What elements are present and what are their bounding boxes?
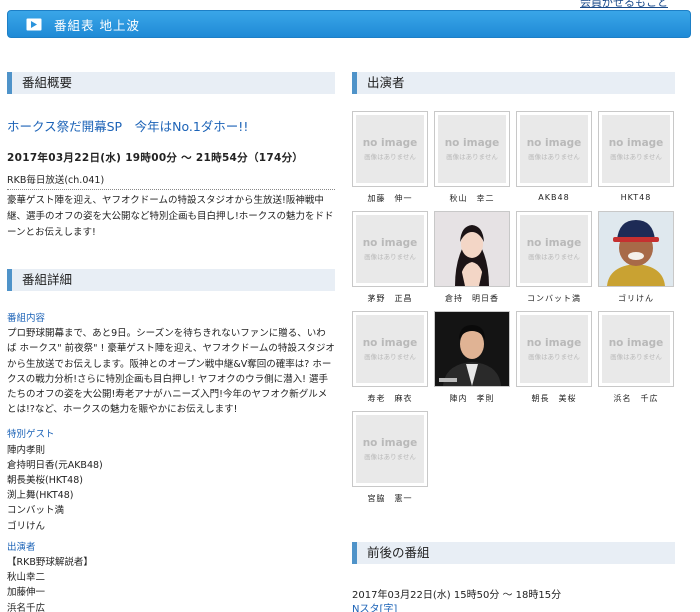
no-image-text: no image bbox=[608, 337, 664, 349]
no-image-text: no image bbox=[362, 137, 418, 149]
no-image-text: no image bbox=[526, 337, 582, 349]
no-image-subtext: 画像はありません bbox=[528, 353, 580, 361]
performer-card[interactable]: no image 画像はありません 茅野 正昌 bbox=[352, 211, 428, 304]
content-label: 番組内容 bbox=[7, 313, 46, 324]
performer-name: 朝長 美桜 bbox=[531, 394, 577, 403]
performer-name: 浜名 千広 bbox=[613, 394, 659, 403]
guest-item: 渕上舞(HKT48) bbox=[7, 490, 74, 502]
account-link[interactable]: 会員がせるもこと bbox=[580, 0, 668, 10]
performer-card[interactable]: no image 画像はありません 宮脇 憲一 bbox=[352, 411, 428, 504]
no-image-subtext: 画像はありません bbox=[446, 153, 498, 161]
no-image-box: no image 画像はありません bbox=[356, 315, 424, 383]
performer-card[interactable]: no image 画像はありません 浜名 千広 bbox=[598, 311, 674, 404]
guest-item: 倉持明日香(元AKB48) bbox=[7, 459, 103, 471]
no-image-subtext: 画像はありません bbox=[364, 253, 416, 261]
no-image-box: no image 画像はありません bbox=[356, 415, 424, 483]
no-image-box: no image 画像はありません bbox=[602, 115, 670, 183]
no-image-box: no image 画像はありません bbox=[520, 215, 588, 283]
no-image-placeholder: no image 画像はありません bbox=[352, 411, 428, 487]
no-image-text: no image bbox=[362, 337, 418, 349]
guest-item: 陣内孝則 bbox=[7, 444, 46, 456]
no-image-text: no image bbox=[362, 237, 418, 249]
no-image-placeholder: no image 画像はありません bbox=[598, 311, 674, 387]
performer-photo bbox=[434, 311, 510, 387]
performer-name: 茅野 正昌 bbox=[367, 294, 413, 303]
no-image-box: no image 画像はありません bbox=[602, 315, 670, 383]
performer-card[interactable]: no image 画像はありません 加藤 伸一 bbox=[352, 111, 428, 204]
details-heading: 番組詳細 bbox=[7, 269, 335, 291]
performer-name: HKT48 bbox=[620, 193, 652, 202]
performer-card[interactable]: no image 画像はありません 寿老 麻衣 bbox=[352, 311, 428, 404]
cast-item: 【RKB野球解説者】 bbox=[7, 557, 93, 569]
guests-label: 特別ゲスト bbox=[7, 429, 55, 441]
no-image-placeholder: no image 画像はありません bbox=[352, 111, 428, 187]
performer-card[interactable]: ゴリけん bbox=[598, 211, 674, 304]
no-image-subtext: 画像はありません bbox=[364, 153, 416, 161]
performer-name: 倉持 明日香 bbox=[445, 294, 499, 303]
performer-name: ゴリけん bbox=[618, 294, 654, 303]
header-bar: 番組表 地上波 bbox=[7, 10, 691, 38]
no-image-placeholder: no image 画像はありません bbox=[352, 211, 428, 287]
performer-card[interactable]: no image 画像はありません AKB48 bbox=[516, 111, 592, 202]
performer-name: AKB48 bbox=[538, 193, 570, 202]
nearby-heading: 前後の番組 bbox=[352, 542, 675, 564]
cast-item: 秋山幸二 bbox=[7, 572, 46, 584]
no-image-box: no image 画像はありません bbox=[438, 115, 506, 183]
no-image-subtext: 画像はありません bbox=[528, 153, 580, 161]
performer-card[interactable]: no image 画像はありません HKT48 bbox=[598, 111, 674, 202]
program-datetime: 2017年03月22日(水) 19時00分 ～ 21時54分（174分） bbox=[7, 152, 304, 164]
program-title: ホークス祭だ開幕SP 今年はNo.1ダホー!! bbox=[7, 119, 249, 134]
performer-card[interactable]: 倉持 明日香 bbox=[434, 211, 510, 304]
nearby-program-link[interactable]: Nスタ[字] bbox=[352, 600, 397, 612]
cast-item: 浜名千広 bbox=[7, 602, 46, 612]
no-image-subtext: 画像はありません bbox=[610, 153, 662, 161]
performer-card[interactable]: 陣内 孝則 bbox=[434, 311, 510, 404]
no-image-text: no image bbox=[526, 137, 582, 149]
cast-item: 加藤伸一 bbox=[7, 587, 46, 599]
guest-item: コンバット満 bbox=[7, 505, 65, 517]
header-title: 番組表 地上波 bbox=[54, 17, 140, 33]
no-image-text: no image bbox=[444, 137, 500, 149]
performer-card[interactable]: no image 画像はありません 秋山 幸二 bbox=[434, 111, 510, 204]
no-image-subtext: 画像はありません bbox=[610, 353, 662, 361]
performer-name: 加藤 伸一 bbox=[367, 194, 413, 203]
no-image-placeholder: no image 画像はありません bbox=[516, 111, 592, 187]
no-image-placeholder: no image 画像はありません bbox=[516, 211, 592, 287]
no-image-text: no image bbox=[608, 137, 664, 149]
guest-item: ゴリけん bbox=[7, 520, 46, 532]
no-image-subtext: 画像はありません bbox=[364, 453, 416, 461]
no-image-subtext: 画像はありません bbox=[528, 253, 580, 261]
no-image-box: no image 画像はありません bbox=[356, 215, 424, 283]
performers-heading: 出演者 bbox=[352, 72, 675, 94]
program-channel: RKB毎日放送(ch.041) bbox=[7, 172, 335, 190]
guest-item: 朝長美桜(HKT48) bbox=[7, 475, 83, 487]
program-details: 番組内容 プロ野球開幕まで、あと9日。シーズンを待ちきれないファンに贈る、いわば… bbox=[7, 311, 335, 612]
performer-card[interactable]: no image 画像はありません 朝長 美桜 bbox=[516, 311, 592, 404]
performer-name: 陣内 孝則 bbox=[449, 394, 495, 403]
performer-photo bbox=[434, 211, 510, 287]
nearby-datetime: 2017年03月22日(水) 15時50分 ～ 18時15分 bbox=[352, 590, 562, 601]
performer-name: 寿老 麻衣 bbox=[367, 394, 413, 403]
performer-photo bbox=[598, 211, 674, 287]
no-image-text: no image bbox=[526, 237, 582, 249]
no-image-placeholder: no image 画像はありません bbox=[516, 311, 592, 387]
performer-card[interactable]: no image 画像はありません コンバット満 bbox=[516, 211, 592, 304]
performer-name: 秋山 幸二 bbox=[449, 194, 495, 203]
program-summary: 豪華ゲスト陣を迎え、ヤフオクドームの特設スタジオから生放送!阪神戦中継、選手のオ… bbox=[7, 195, 334, 238]
no-image-box: no image 画像はありません bbox=[520, 115, 588, 183]
no-image-text: no image bbox=[362, 437, 418, 449]
cast-label: 出演者 bbox=[7, 541, 36, 553]
no-image-box: no image 画像はありません bbox=[356, 115, 424, 183]
performer-name: コンバット満 bbox=[527, 294, 581, 303]
no-image-placeholder: no image 画像はありません bbox=[598, 111, 674, 187]
overview-heading: 番組概要 bbox=[7, 72, 335, 94]
no-image-box: no image 画像はありません bbox=[520, 315, 588, 383]
tv-icon bbox=[26, 18, 42, 31]
content-text: プロ野球開幕まで、あと9日。シーズンを待ちきれないファンに贈る、いわば ホークス… bbox=[7, 328, 335, 416]
no-image-placeholder: no image 画像はありません bbox=[434, 111, 510, 187]
no-image-subtext: 画像はありません bbox=[364, 353, 416, 361]
no-image-placeholder: no image 画像はありません bbox=[352, 311, 428, 387]
performer-name: 宮脇 憲一 bbox=[367, 494, 413, 503]
